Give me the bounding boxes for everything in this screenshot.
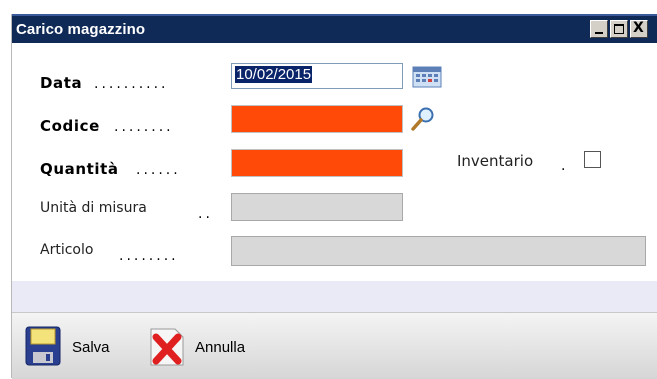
articolo-field xyxy=(231,236,646,266)
data-value: 10/02/2015 xyxy=(235,66,313,83)
close-icon: X xyxy=(633,20,644,36)
maximize-icon xyxy=(614,24,624,34)
window-title: Carico magazzino xyxy=(16,21,146,38)
cancel-button[interactable]: Annulla xyxy=(145,325,245,369)
cancel-label: Annulla xyxy=(195,338,246,356)
title-bar: Carico magazzino X xyxy=(12,14,657,43)
codice-label: Codice xyxy=(40,117,100,135)
status-band xyxy=(12,281,657,312)
inventario-dot: . xyxy=(561,158,566,174)
data-field[interactable]: 10/02/2015 xyxy=(231,63,403,89)
save-button[interactable]: Salva xyxy=(20,325,110,369)
unita-label: Unità di misura xyxy=(40,200,147,216)
codice-field[interactable] xyxy=(231,105,403,133)
quantita-label: Quantità xyxy=(40,160,119,178)
save-label: Salva xyxy=(72,338,110,356)
inventario-checkbox[interactable] xyxy=(584,151,601,168)
minimize-icon xyxy=(595,32,603,34)
floppy-disk-icon xyxy=(25,326,61,366)
cancel-x-icon xyxy=(150,328,184,366)
data-dots: .......... xyxy=(94,76,169,92)
maximize-button[interactable] xyxy=(610,20,628,38)
magnifier-icon[interactable] xyxy=(410,106,436,132)
articolo-label: Articolo xyxy=(40,242,94,258)
close-button[interactable]: X xyxy=(630,20,648,38)
codice-dots: ........ xyxy=(114,119,174,135)
calendar-icon[interactable] xyxy=(412,66,442,88)
bottom-toolbar: Salva Annulla xyxy=(12,312,657,379)
data-label: Data xyxy=(40,74,83,92)
window: Carico magazzino X Data .......... 10/02… xyxy=(11,14,657,379)
articolo-dots: ........ xyxy=(119,248,179,264)
unita-field xyxy=(231,193,403,221)
inventario-label: Inventario xyxy=(457,152,534,170)
quantita-field[interactable] xyxy=(231,149,403,177)
minimize-button[interactable] xyxy=(590,20,608,38)
unita-dots: .. xyxy=(198,206,213,222)
quantita-dots: ...... xyxy=(136,162,181,178)
